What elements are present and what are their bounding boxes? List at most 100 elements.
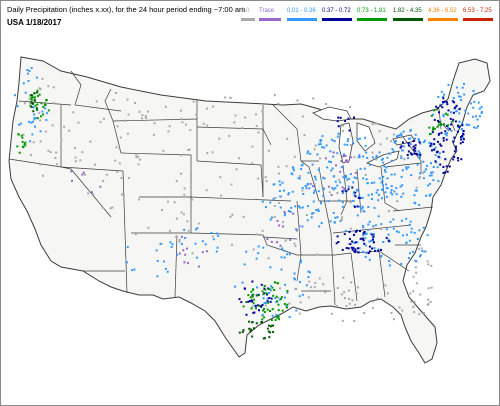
- station-dot: [238, 157, 240, 160]
- station-dot: [251, 162, 254, 165]
- station-dot: [186, 220, 189, 223]
- station-dot: [354, 241, 357, 244]
- station-dot: [372, 238, 374, 241]
- station-dot: [409, 128, 412, 131]
- station-dot: [427, 184, 430, 187]
- station-dot: [340, 293, 343, 296]
- station-dot: [317, 143, 320, 146]
- station-dot: [401, 234, 404, 237]
- station-dot: [283, 256, 286, 259]
- station-dot: [431, 171, 434, 174]
- station-dot: [453, 136, 456, 139]
- station-dot: [460, 136, 462, 139]
- station-dot: [265, 292, 268, 295]
- station-dot: [250, 328, 252, 331]
- station-dot: [361, 237, 364, 240]
- station-dot: [269, 266, 272, 269]
- station-dot: [189, 174, 192, 177]
- station-dot: [165, 196, 168, 199]
- station-dot: [52, 86, 55, 89]
- station-dot: [311, 212, 313, 215]
- station-dot: [175, 235, 178, 238]
- station-dot: [405, 166, 408, 169]
- station-dot: [291, 190, 294, 193]
- station-dot: [389, 191, 392, 194]
- station-dot: [283, 211, 286, 213]
- station-dot: [231, 213, 234, 216]
- station-dot: [372, 235, 375, 238]
- station-dot: [231, 243, 233, 246]
- station-dot: [252, 248, 255, 251]
- station-dot: [460, 158, 463, 161]
- station-dot: [134, 233, 137, 236]
- station-dot: [38, 111, 41, 114]
- station-dot: [387, 210, 390, 213]
- station-dot: [30, 105, 33, 108]
- station-dot: [276, 300, 279, 303]
- station-dot: [24, 91, 27, 94]
- station-dot: [444, 130, 447, 133]
- station-dot: [455, 145, 458, 148]
- station-dot: [354, 303, 357, 306]
- station-dot: [70, 170, 73, 173]
- station-dot: [325, 103, 327, 105]
- station-dot: [358, 205, 361, 208]
- station-dot: [436, 108, 438, 111]
- station-dot: [471, 115, 474, 118]
- station-dot: [262, 297, 265, 300]
- station-dot: [309, 182, 312, 185]
- station-dot: [429, 300, 432, 303]
- station-dot: [44, 107, 47, 110]
- station-dot: [279, 195, 282, 198]
- station-dot: [410, 231, 413, 234]
- station-dot: [477, 125, 479, 128]
- station-dot: [24, 141, 27, 144]
- station-dot: [287, 193, 290, 196]
- station-dot: [131, 269, 134, 272]
- station-dot: [400, 145, 403, 148]
- station-dot: [205, 189, 208, 192]
- station-dot: [460, 99, 462, 101]
- station-dot: [284, 283, 286, 286]
- station-dot: [389, 221, 392, 223]
- station-dot: [437, 119, 439, 122]
- station-dot: [413, 152, 416, 155]
- station-dot: [367, 228, 370, 231]
- station-dot: [337, 132, 340, 135]
- station-dot: [45, 119, 48, 121]
- station-dot: [189, 129, 192, 132]
- station-dot: [287, 210, 290, 212]
- station-dot: [280, 268, 283, 271]
- station-dot: [443, 93, 445, 96]
- station-dot: [284, 239, 287, 242]
- station-dot: [178, 238, 181, 241]
- station-dot: [116, 170, 119, 173]
- station-dot: [422, 226, 425, 229]
- station-dot: [402, 192, 405, 195]
- station-dot: [301, 163, 304, 166]
- station-dot: [432, 166, 435, 168]
- station-dot: [320, 202, 322, 205]
- station-dot: [356, 188, 359, 191]
- station-dot: [411, 153, 414, 156]
- station-dot: [457, 91, 460, 94]
- station-dot: [436, 166, 439, 169]
- station-dot: [435, 105, 438, 108]
- station-dot: [298, 177, 301, 180]
- station-dot: [293, 277, 296, 280]
- station-dot: [197, 222, 200, 225]
- station-dot: [87, 192, 90, 195]
- station-dot: [336, 135, 339, 138]
- station-dot: [202, 122, 205, 125]
- station-dot: [413, 300, 416, 303]
- station-dot: [439, 143, 442, 146]
- station-dot: [99, 185, 102, 188]
- station-dot: [427, 298, 430, 301]
- station-dot: [271, 324, 274, 327]
- station-dot: [30, 96, 33, 99]
- station-dot: [281, 247, 284, 250]
- station-dot: [419, 254, 422, 257]
- station-dot: [419, 172, 421, 175]
- station-dot: [419, 293, 422, 296]
- station-dot: [379, 143, 382, 146]
